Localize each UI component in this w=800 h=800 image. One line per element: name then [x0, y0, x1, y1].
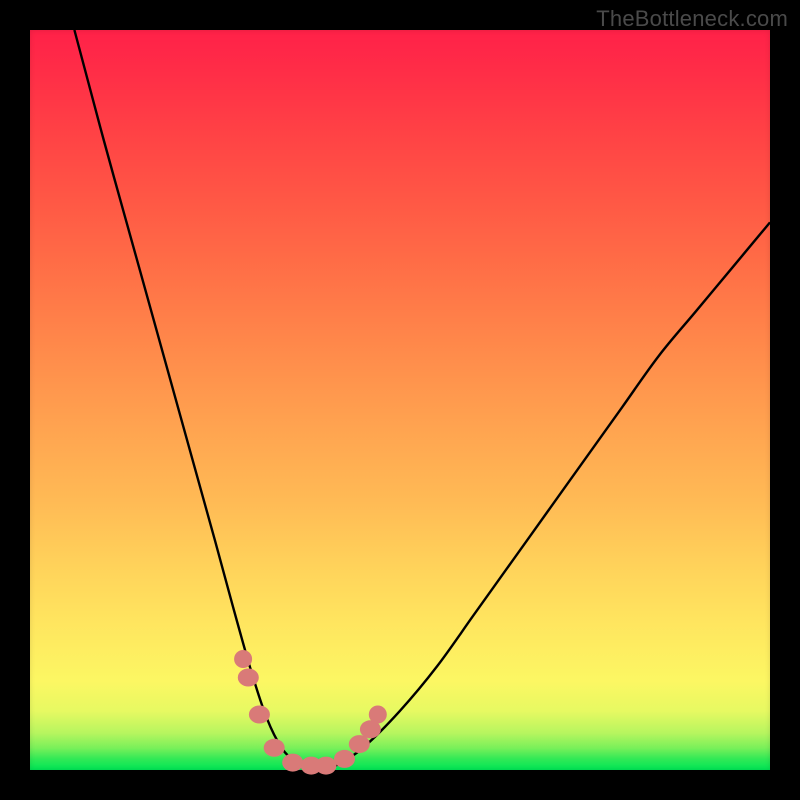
curve-marker [249, 706, 270, 724]
chart-svg [30, 30, 770, 770]
curve-marker [334, 750, 355, 768]
curve-marker [238, 669, 259, 687]
bottleneck-curve [74, 30, 770, 771]
chart-frame: TheBottleneck.com [0, 0, 800, 800]
curve-marker [349, 735, 370, 753]
curve-marker [316, 757, 337, 775]
watermark-text: TheBottleneck.com [596, 6, 788, 32]
curve-marker [264, 739, 285, 757]
curve-markers [234, 650, 387, 775]
curve-marker [369, 706, 387, 724]
curve-marker [282, 754, 303, 772]
curve-marker [234, 650, 252, 668]
